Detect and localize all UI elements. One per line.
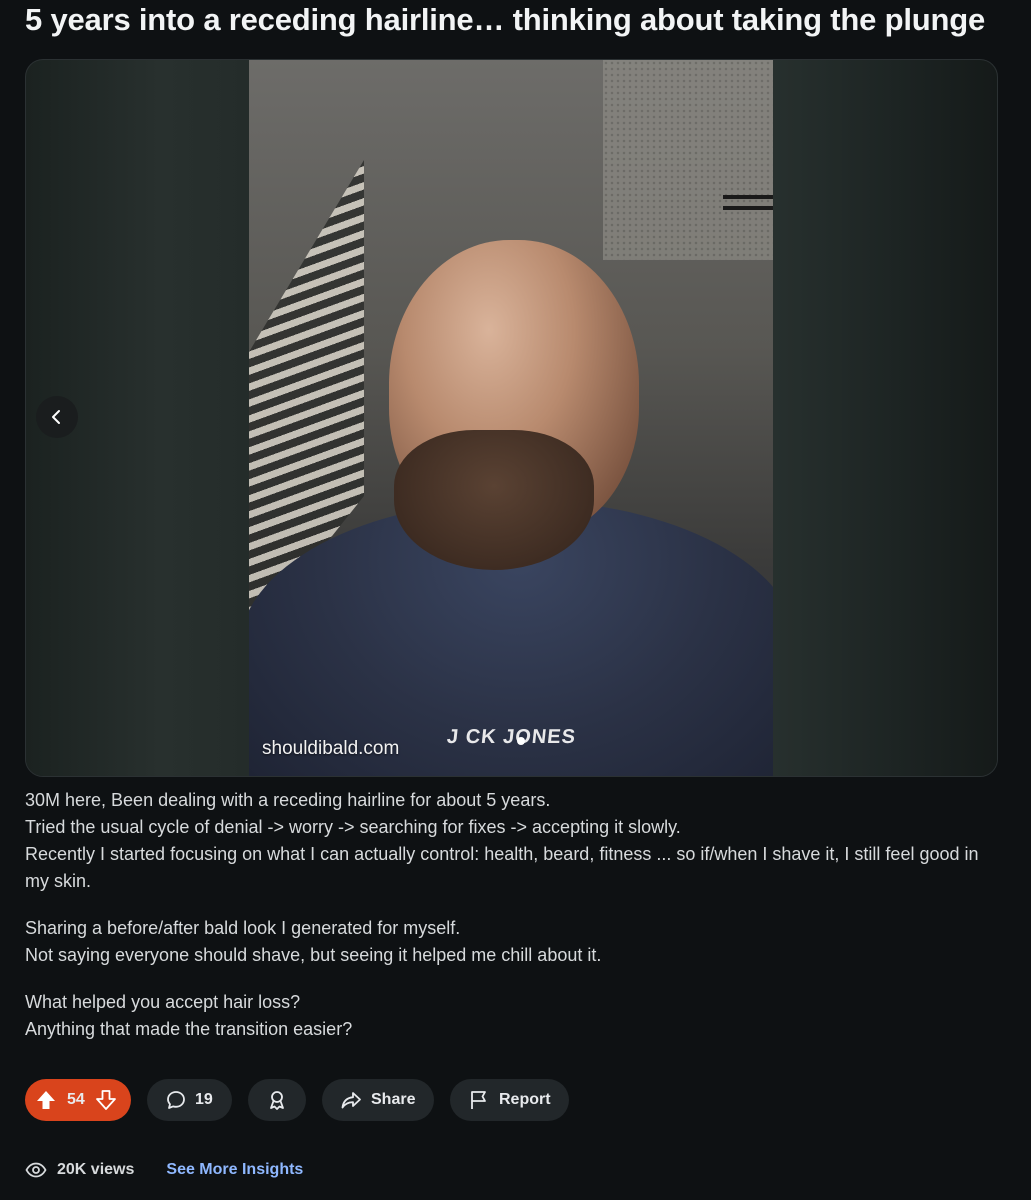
post-actions: 54 19 Share Report xyxy=(25,1079,569,1121)
report-label: Report xyxy=(499,1091,551,1108)
view-count: 20K views xyxy=(57,1161,135,1178)
image-watermark: shouldibald.com xyxy=(262,738,400,759)
post-insights: 20K views See More Insights xyxy=(25,1159,303,1181)
downvote-icon xyxy=(95,1090,116,1110)
comment-count: 19 xyxy=(195,1091,213,1108)
post-title: 5 years into a receding hairline… thinki… xyxy=(25,2,986,37)
post-paragraph: 30M here, Been dealing with a receding h… xyxy=(25,790,979,891)
award-button[interactable] xyxy=(248,1079,306,1121)
image-brand-text: J CK JONES xyxy=(445,726,578,748)
eye-icon xyxy=(25,1162,47,1178)
post-paragraph: Sharing a before/after bald look I gener… xyxy=(25,918,602,965)
chevron-left-icon xyxy=(52,410,60,424)
upvote-icon xyxy=(37,1091,55,1109)
post-paragraph: What helped you accept hair loss? Anythi… xyxy=(25,992,353,1039)
vote-score: 54 xyxy=(67,1091,85,1108)
comment-icon xyxy=(167,1091,185,1109)
post-image[interactable]: shouldibald.com J CK JONES xyxy=(249,60,773,776)
report-flag-icon xyxy=(471,1091,486,1109)
comments-button[interactable]: 19 xyxy=(147,1079,232,1121)
report-button[interactable]: Report xyxy=(450,1079,569,1121)
share-icon xyxy=(341,1092,361,1109)
post-body: 30M here, Been dealing with a receding h… xyxy=(25,787,1000,1063)
downvote-button[interactable] xyxy=(95,1089,117,1111)
media-blur-right xyxy=(773,60,997,776)
share-button[interactable]: Share xyxy=(322,1079,434,1121)
carousel-dot[interactable] xyxy=(517,737,525,745)
vote-control: 54 xyxy=(25,1079,131,1121)
carousel-prev-button[interactable] xyxy=(36,396,78,438)
upvote-button[interactable] xyxy=(35,1089,57,1111)
image-beard xyxy=(394,430,594,570)
share-label: Share xyxy=(371,1091,416,1108)
media-carousel[interactable]: shouldibald.com J CK JONES xyxy=(25,59,998,777)
see-more-insights-link[interactable]: See More Insights xyxy=(166,1161,303,1179)
award-icon xyxy=(270,1091,284,1110)
image-ceiling xyxy=(603,60,773,260)
